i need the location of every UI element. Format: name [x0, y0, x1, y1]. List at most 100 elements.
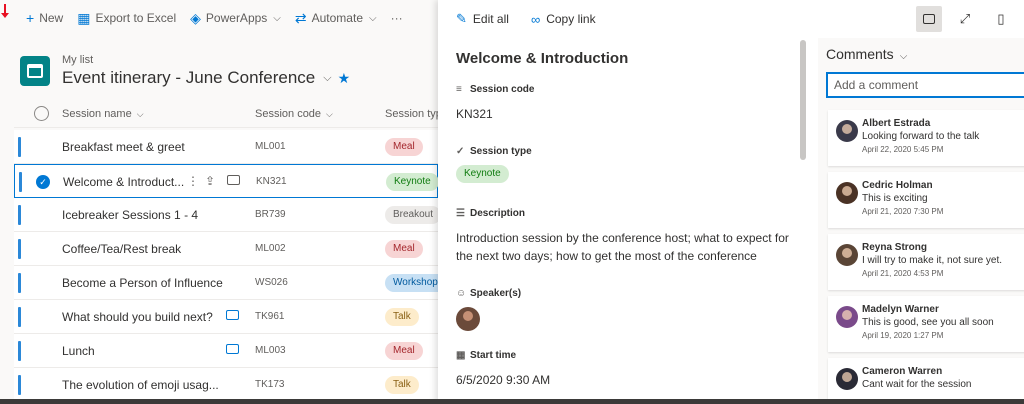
- session-name[interactable]: Icebreaker Sessions 1 - 4: [62, 208, 198, 222]
- item-title: Welcome & Introduction: [456, 50, 629, 67]
- excel-icon: ▦: [77, 9, 91, 26]
- list-rows: Breakfast meet & greet ML001 Meal ✓ Welc…: [14, 130, 438, 402]
- chevron-down-icon[interactable]: ⌵: [323, 72, 331, 85]
- paragraph-icon: ☰: [456, 208, 465, 219]
- column-header-session-type[interactable]: Session type: [385, 108, 438, 120]
- comment-card: Cameron Warren Cant wait for the session: [828, 358, 1024, 404]
- table-row[interactable]: Icebreaker Sessions 1 - 4 BR739 Breakout: [14, 198, 438, 232]
- session-name[interactable]: Welcome & Introduct...: [63, 175, 184, 189]
- chevron-down-icon: ⌵: [899, 51, 908, 62]
- session-name[interactable]: Coffee/Tea/Rest break: [62, 242, 181, 256]
- expand-icon[interactable]: ⤢: [952, 6, 978, 32]
- session-name[interactable]: Breakfast meet & greet: [62, 140, 185, 154]
- comment-icon[interactable]: [226, 310, 239, 320]
- session-type-tag: Talk: [385, 308, 419, 326]
- session-name[interactable]: What should you build next?: [62, 310, 213, 324]
- avatar[interactable]: [836, 120, 858, 142]
- session-name[interactable]: The evolution of emoji usag...: [62, 378, 219, 392]
- session-code: BR739: [255, 209, 286, 220]
- taskbar: [0, 399, 1024, 404]
- star-icon[interactable]: ★: [338, 70, 351, 87]
- table-row[interactable]: The evolution of emoji usag... TK173 Tal…: [14, 368, 438, 402]
- table-row-selected[interactable]: ✓ Welcome & Introduct... ⋮ ⇪ KN321 Keyno…: [14, 164, 438, 198]
- table-row[interactable]: Become a Person of Influence WS026 Works…: [14, 266, 438, 300]
- comment-text: Looking forward to the talk: [862, 131, 980, 142]
- comment-icon[interactable]: [227, 175, 240, 185]
- list-view: + New ▦ Export to Excel ◈ PowerApps ⌵ ⇄ …: [0, 0, 438, 404]
- session-code: TK173: [255, 379, 285, 390]
- edit-all-button[interactable]: ✎ Edit all: [456, 11, 509, 27]
- table-row[interactable]: Breakfast meet & greet ML001 Meal: [14, 130, 438, 164]
- avatar[interactable]: [836, 244, 858, 266]
- person-icon: ☺: [456, 288, 467, 299]
- field-start-time: ▦ Start time 6/5/2020 9:30 AM: [456, 350, 796, 389]
- avatar[interactable]: [836, 306, 858, 328]
- comment-timestamp: April 22, 2020 5:45 PM: [862, 145, 944, 154]
- table-row[interactable]: What should you build next? TK961 Talk: [14, 300, 438, 334]
- session-type-tag[interactable]: Keynote: [456, 165, 509, 183]
- check-icon: ✓: [456, 146, 465, 157]
- more-button[interactable]: ···: [391, 11, 403, 25]
- comment-card: Reyna Strong I will try to make it, not …: [828, 234, 1024, 290]
- comments-toggle-icon[interactable]: [916, 6, 942, 32]
- comment-text: I will try to make it, not sure yet.: [862, 255, 1003, 266]
- table-row[interactable]: Lunch ML003 Meal: [14, 334, 438, 368]
- pencil-icon: ✎: [456, 11, 467, 26]
- session-type-tag: Breakout: [385, 206, 438, 224]
- comments-header[interactable]: Comments ⌵: [826, 46, 907, 62]
- select-all-radio[interactable]: [34, 106, 49, 121]
- column-headers: Session name⌵ Session code⌵ Session type: [14, 100, 438, 128]
- copy-link-button[interactable]: ∞ Copy link: [531, 12, 596, 27]
- comment-card: Albert Estrada Looking forward to the ta…: [828, 110, 1024, 166]
- session-code: WS026: [255, 277, 288, 288]
- avatar[interactable]: [836, 182, 858, 204]
- chevron-down-icon: ⌵: [273, 12, 281, 24]
- session-type-tag: Keynote: [386, 173, 438, 191]
- comment-text: Cant wait for the session: [862, 379, 972, 390]
- breadcrumb[interactable]: My list: [62, 54, 350, 66]
- comments-pane: Comments⌵ Albert Estrada Looking forward…: [818, 38, 1024, 404]
- table-row[interactable]: Coffee/Tea/Rest break ML002 Meal: [14, 232, 438, 266]
- speaker-avatar[interactable]: [456, 307, 480, 331]
- column-header-session-code[interactable]: Session code ⌵: [255, 108, 333, 120]
- comment-icon[interactable]: [226, 344, 239, 354]
- column-header-session-name[interactable]: Session name ⌵: [62, 108, 144, 120]
- session-code: ML002: [255, 243, 286, 254]
- export-to-excel-button[interactable]: ▦ Export to Excel: [77, 10, 176, 27]
- item-form: Welcome & Introduction ≡ Session code KN3…: [438, 38, 808, 404]
- panel-toolbar: ✎ Edit all ∞ Copy link ⤢ ▯: [438, 0, 1024, 38]
- powerapps-button[interactable]: ◈ PowerApps ⌵: [190, 10, 281, 27]
- more-vertical-icon[interactable]: ⋮: [187, 174, 199, 188]
- add-comment-input[interactable]: [826, 72, 1024, 98]
- powerapps-icon: ◈: [190, 9, 201, 26]
- chevron-down-icon: ⌵: [326, 109, 333, 119]
- share-icon[interactable]: ⇪: [205, 174, 215, 188]
- new-button[interactable]: + New: [26, 10, 63, 26]
- list-title[interactable]: Event itinerary - June Conference ⌵ ★: [62, 68, 350, 88]
- comment-card: Madelyn Warner This is good, see you all…: [828, 296, 1024, 352]
- field-session-code: ≡ Session code KN321: [456, 84, 796, 123]
- description-value[interactable]: Introduction session by the conference h…: [456, 229, 796, 265]
- open-pane-icon[interactable]: ▯: [988, 6, 1014, 32]
- command-bar: + New ▦ Export to Excel ◈ PowerApps ⌵ ⇄ …: [0, 0, 438, 36]
- session-code: ML001: [255, 141, 286, 152]
- session-name[interactable]: Become a Person of Influence: [62, 276, 223, 290]
- avatar[interactable]: [836, 368, 858, 390]
- link-icon: ∞: [530, 11, 541, 27]
- session-code: TK961: [255, 311, 285, 322]
- session-name[interactable]: Lunch: [62, 344, 95, 358]
- checkmark-icon[interactable]: ✓: [36, 175, 50, 189]
- item-details-panel: ✎ Edit all ∞ Copy link ⤢ ▯ Welcome & Int…: [438, 0, 1024, 404]
- list-header: My list Event itinerary - June Conferenc…: [20, 54, 350, 88]
- automate-button[interactable]: ⇄ Automate ⌵: [295, 10, 377, 27]
- session-code-value[interactable]: KN321: [456, 105, 796, 123]
- session-type-tag: Workshop: [385, 274, 438, 292]
- comment-author: Albert Estrada: [862, 118, 931, 129]
- comment-text: This is good, see you all soon: [862, 317, 994, 328]
- scrollbar[interactable]: [800, 40, 806, 160]
- start-time-value[interactable]: 6/5/2020 9:30 AM: [456, 371, 796, 389]
- comment-author: Reyna Strong: [862, 242, 928, 253]
- calendar-icon: ▦: [456, 350, 466, 361]
- flow-icon: ⇄: [294, 9, 307, 26]
- session-code: ML003: [255, 345, 286, 356]
